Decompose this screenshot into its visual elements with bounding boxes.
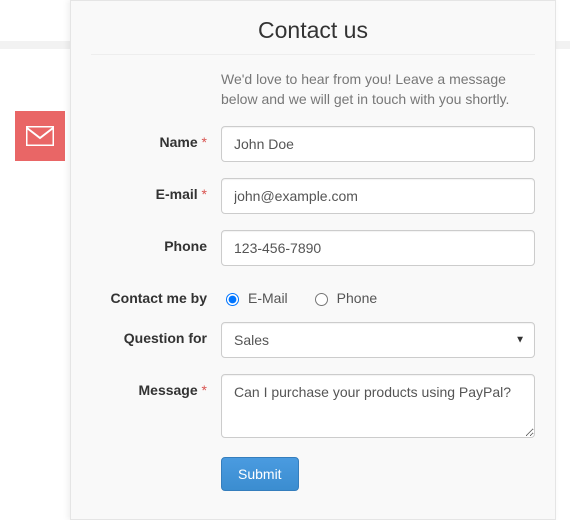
panel-intro: We'd love to hear from you! Leave a mess… xyxy=(221,69,535,110)
name-input[interactable] xyxy=(221,126,535,162)
contact-by-phone-radio[interactable] xyxy=(315,293,328,306)
name-label: Name * xyxy=(91,126,221,150)
envelope-icon xyxy=(26,126,54,146)
contact-by-radios: E-Mail Phone xyxy=(221,282,535,306)
contact-by-phone-option[interactable]: Phone xyxy=(310,290,377,306)
contact-launcher-tab[interactable] xyxy=(15,111,65,161)
submit-button[interactable]: Submit xyxy=(221,457,299,491)
field-row-email: E-mail * xyxy=(91,178,535,214)
question-for-select[interactable]: Sales xyxy=(221,322,535,358)
required-mark: * xyxy=(202,186,207,202)
email-field[interactable] xyxy=(221,178,535,214)
message-label: Message * xyxy=(91,374,221,398)
contact-by-label: Contact me by xyxy=(91,282,221,306)
contact-by-email-option[interactable]: E-Mail xyxy=(221,290,288,306)
question-for-label: Question for xyxy=(91,322,221,346)
field-row-question-for: Question for Sales ▼ xyxy=(91,322,535,358)
required-mark: * xyxy=(202,134,207,150)
contact-by-email-radio[interactable] xyxy=(226,293,239,306)
phone-label: Phone xyxy=(91,230,221,254)
actions-row: Submit xyxy=(221,457,535,491)
phone-input[interactable] xyxy=(221,230,535,266)
email-label: E-mail * xyxy=(91,178,221,202)
field-row-phone: Phone xyxy=(91,230,535,266)
required-mark: * xyxy=(202,382,207,398)
panel-title: Contact us xyxy=(91,17,535,55)
field-row-message: Message * xyxy=(91,374,535,441)
field-row-name: Name * xyxy=(91,126,535,162)
message-textarea[interactable] xyxy=(221,374,535,438)
contact-panel: Contact us We'd love to hear from you! L… xyxy=(70,0,556,520)
field-row-contact-by: Contact me by E-Mail Phone xyxy=(91,282,535,306)
